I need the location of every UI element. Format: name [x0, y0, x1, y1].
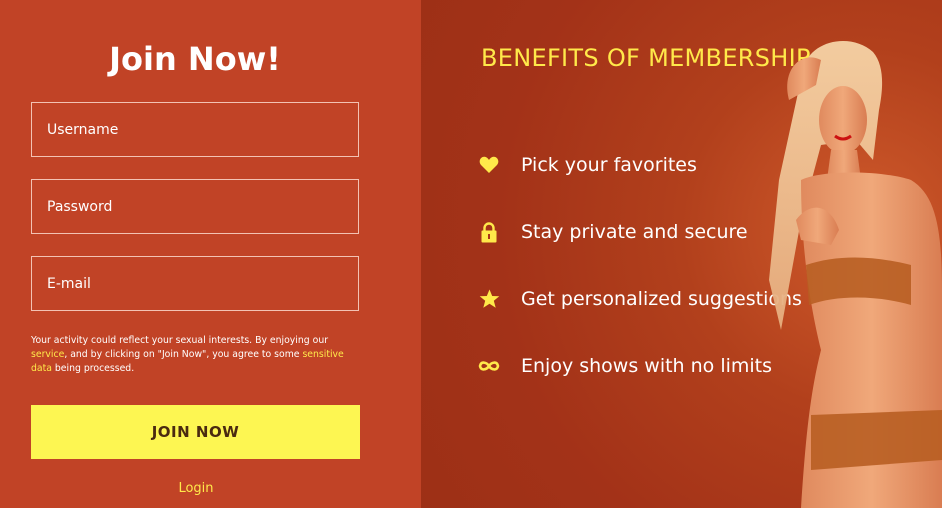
heart-icon [478, 154, 500, 176]
disclaimer-text-2: , and by clicking on "Join Now", you agr… [64, 349, 303, 360]
infinity-icon [478, 355, 500, 377]
benefit-item: Get personalized suggestions [478, 284, 802, 314]
star-icon [478, 288, 500, 310]
benefit-item: Stay private and secure [478, 217, 748, 247]
username-input[interactable] [32, 103, 358, 156]
username-field-box [31, 102, 359, 157]
benefit-label: Get personalized suggestions [521, 288, 802, 310]
login-link[interactable]: Login [0, 481, 392, 496]
signup-title: Join Now! [109, 40, 281, 78]
email-input[interactable] [32, 257, 358, 310]
password-field-box [31, 179, 359, 234]
join-now-button[interactable]: JOIN NOW [31, 405, 360, 459]
disclaimer-text-3: being processed. [51, 363, 135, 374]
benefits-panel: BENEFITS OF MEMBERSHIP Pick your favorit… [421, 0, 942, 508]
benefit-label: Stay private and secure [521, 221, 748, 243]
benefit-item: Enjoy shows with no limits [478, 351, 772, 381]
model-photo [769, 40, 942, 508]
consent-disclaimer: Your activity could reflect your sexual … [31, 334, 351, 376]
password-input[interactable] [32, 180, 358, 233]
benefit-item: Pick your favorites [478, 150, 697, 180]
service-link[interactable]: service [31, 349, 64, 360]
benefit-label: Pick your favorites [521, 154, 697, 176]
benefit-label: Enjoy shows with no limits [521, 355, 773, 377]
disclaimer-text-1: Your activity could reflect your sexual … [31, 335, 329, 346]
signup-panel: Join Now! Your activity could reflect yo… [0, 0, 421, 508]
email-field-box [31, 256, 359, 311]
lock-icon [478, 221, 500, 243]
